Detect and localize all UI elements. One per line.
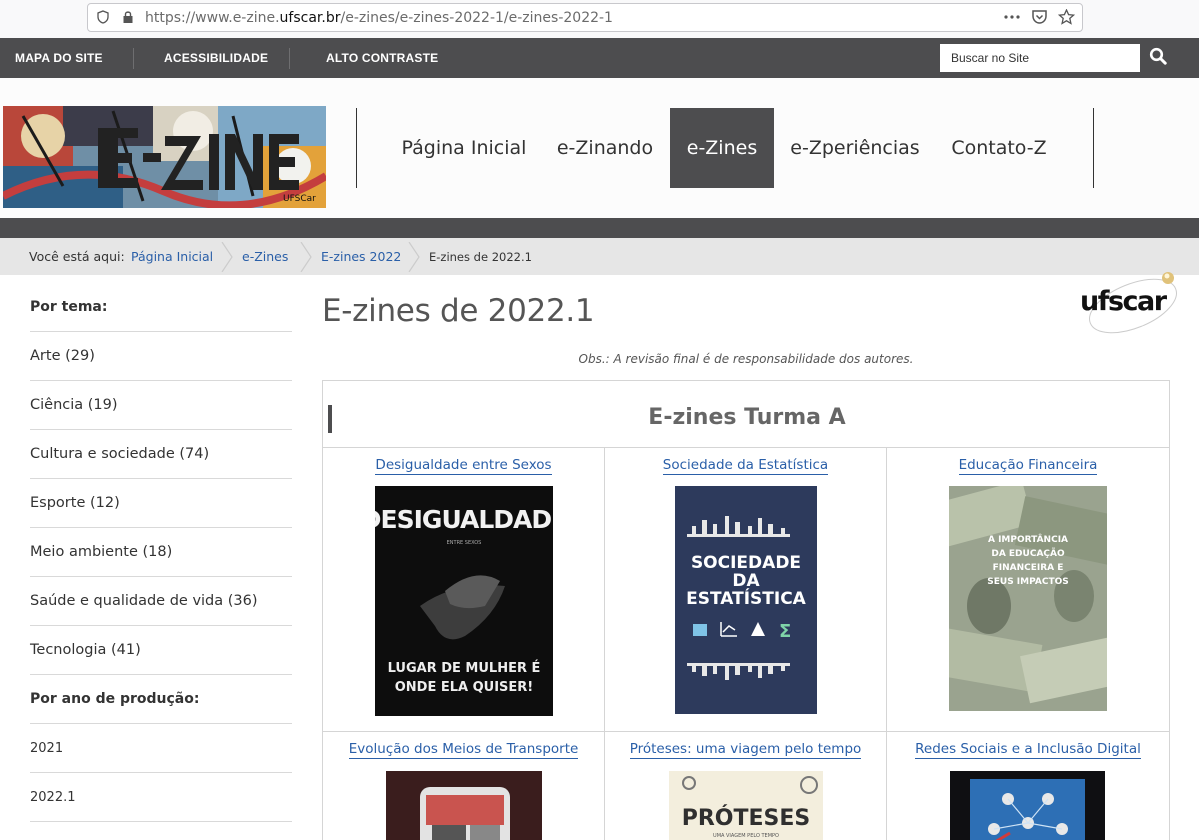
utility-bar: MAPA DO SITE ACESSIBILIDADE ALTO CONTRAS… <box>0 38 1199 78</box>
site-search-input[interactable] <box>940 44 1140 72</box>
sidebar-item-meio-ambiente[interactable]: Meio ambiente (18) <box>30 528 292 577</box>
zine-cover-transporte[interactable] <box>386 771 542 840</box>
svg-text:A IMPORTÂNCIA: A IMPORTÂNCIA <box>988 533 1068 545</box>
svg-text:FINANCEIRA E: FINANCEIRA E <box>993 563 1064 573</box>
more-actions-icon[interactable] <box>1003 9 1021 29</box>
svg-text:Σ: Σ <box>779 621 791 642</box>
zine-cover-desigualdade[interactable]: DESIGUALDADE ENTRE SEXOS LUGAR DE MULHER… <box>375 486 553 716</box>
bookmark-star-icon[interactable] <box>1057 8 1076 29</box>
svg-text:DA: DA <box>732 571 760 591</box>
section-title: E-zines Turma A <box>648 405 846 430</box>
sidebar-item-esporte[interactable]: Esporte (12) <box>30 479 292 528</box>
sidebar-heading-theme: Por tema: <box>30 283 292 332</box>
sidebar-item-2021[interactable]: 2021 <box>30 724 292 773</box>
zine-title-link[interactable]: Redes Sociais e a Inclusão Digital <box>887 741 1169 759</box>
sidebar-item-tecnologia[interactable]: Tecnologia (41) <box>30 626 292 675</box>
zines-section: E-zines Turma A Desigualdade entre Sexos… <box>322 380 1170 840</box>
sidebar-heading-year: Por ano de produção: <box>30 675 292 724</box>
zine-cover-estatistica[interactable]: SOCIEDADE DA ESTATÍSTICA Σ <box>675 486 817 714</box>
breadcrumb-link-home[interactable]: Página Inicial <box>131 249 213 264</box>
e-zine-logo[interactable]: UFSCar <box>3 106 326 208</box>
zine-cover-redes-sociais[interactable] <box>950 771 1105 840</box>
nav-divider <box>1093 108 1094 188</box>
grid-divider <box>886 447 887 840</box>
breadcrumb-current: E-zines de 2022.1 <box>429 250 532 264</box>
zine-title-link[interactable]: Próteses: uma viagem pelo tempo <box>605 741 886 759</box>
svg-text:UMA VIAGEM PELO TEMPO: UMA VIAGEM PELO TEMPO <box>713 833 779 839</box>
revision-note: Obs.: A revisão final é de responsabilid… <box>578 352 914 366</box>
address-bar[interactable]: https://www.e-zine.ufscar.br/e-zines/e-z… <box>87 3 1083 32</box>
sidebar-item-cultura[interactable]: Cultura e sociedade (74) <box>30 430 292 479</box>
sidebar-item-ciencia[interactable]: Ciência (19) <box>30 381 292 430</box>
url-text[interactable]: https://www.e-zine.ufscar.br/e-zines/e-z… <box>145 10 613 26</box>
sidebar-item-2022-1[interactable]: 2022.1 <box>30 773 292 822</box>
breadcrumb-chevron-icon <box>300 242 312 272</box>
accessibility-link[interactable]: ACESSIBILIDADE <box>164 51 268 65</box>
svg-text:LUGAR DE MULHER É: LUGAR DE MULHER É <box>388 660 541 676</box>
svg-text:DA EDUCAÇÃO: DA EDUCAÇÃO <box>991 548 1065 559</box>
nav-e-zines[interactable]: e-Zines <box>670 108 774 188</box>
lock-icon[interactable] <box>122 10 134 28</box>
zine-title-link[interactable]: Educação Financeira <box>887 457 1169 475</box>
nav-e-zinando[interactable]: e-Zinando <box>545 108 665 188</box>
svg-text:UFSCar: UFSCar <box>283 194 316 204</box>
zine-title-link[interactable]: Sociedade da Estatística <box>605 457 886 475</box>
zine-cover-educacao[interactable]: A IMPORTÂNCIA DA EDUCAÇÃO FINANCEIRA E S… <box>949 486 1107 711</box>
page-title: E-zines de 2022.1 <box>322 293 595 329</box>
sidebar-item-arte[interactable]: Arte (29) <box>30 332 292 381</box>
divider <box>289 48 290 69</box>
browser-toolbar: https://www.e-zine.ufscar.br/e-zines/e-z… <box>0 0 1199 38</box>
svg-text:SOCIEDADE: SOCIEDADE <box>691 553 801 573</box>
grid-divider <box>323 447 1169 448</box>
high-contrast-link[interactable]: ALTO CONTRASTE <box>326 51 438 65</box>
breadcrumb-chevron-icon <box>221 242 233 272</box>
nav-divider <box>356 108 357 188</box>
svg-text:DESIGUALDADE: DESIGUALDADE <box>375 505 553 534</box>
pocket-icon[interactable] <box>1031 9 1048 29</box>
zine-title-link[interactable]: Evolução dos Meios de Transporte <box>323 741 604 759</box>
sidebar-item-saude[interactable]: Saúde e qualidade de vida (36) <box>30 577 292 626</box>
svg-text:ENTRE SEXOS: ENTRE SEXOS <box>447 540 482 546</box>
breadcrumb-prefix: Você está aqui: <box>29 249 125 264</box>
nav-e-zperiencias[interactable]: e-Zperiências <box>780 108 930 188</box>
header-bottom-bar <box>0 218 1199 238</box>
site-map-link[interactable]: MAPA DO SITE <box>15 51 103 65</box>
svg-text:ufscar: ufscar <box>1080 286 1168 317</box>
shield-icon[interactable] <box>97 10 109 28</box>
grid-divider <box>604 447 605 840</box>
svg-text:SEUS IMPACTOS: SEUS IMPACTOS <box>987 577 1068 587</box>
search-button[interactable] <box>1140 44 1176 72</box>
divider <box>133 48 134 69</box>
breadcrumb-chevron-icon <box>408 242 420 272</box>
breadcrumb: Você está aqui: Página Inicial e-Zines E… <box>0 238 1199 275</box>
breadcrumb-link-e-zines[interactable]: e-Zines <box>242 249 288 264</box>
zine-cover-proteses[interactable]: PRÓTESES UMA VIAGEM PELO TEMPO <box>669 771 823 840</box>
svg-text:PRÓTESES: PRÓTESES <box>682 805 811 831</box>
svg-text:ESTATÍSTICA: ESTATÍSTICA <box>686 587 807 609</box>
search-icon <box>1149 47 1167 69</box>
nav-contato-z[interactable]: Contato-Z <box>937 108 1061 188</box>
nav-home[interactable]: Página Inicial <box>390 108 538 188</box>
breadcrumb-link-e-zines-2022[interactable]: E-zines 2022 <box>321 249 401 264</box>
site-header: UFSCar Página Inicial e-Zinando e-Zines … <box>0 78 1199 218</box>
zine-title-link[interactable]: Desigualdade entre Sexos <box>323 457 604 475</box>
grid-divider <box>323 731 1169 732</box>
svg-text:ONDE ELA QUISER!: ONDE ELA QUISER! <box>395 680 534 695</box>
ufscar-logo[interactable]: ufscar <box>1078 262 1188 334</box>
